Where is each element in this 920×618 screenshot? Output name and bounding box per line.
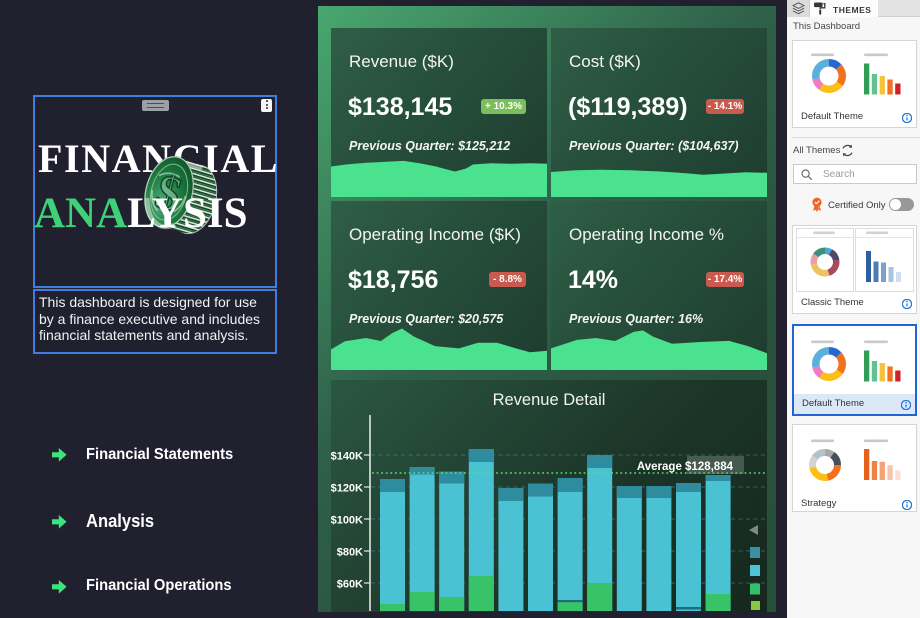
- svg-text:$80K: $80K: [337, 547, 363, 559]
- svg-text:$120K: $120K: [331, 483, 363, 495]
- svg-text:$100K: $100K: [331, 515, 363, 527]
- svg-text:$140K: $140K: [331, 451, 363, 463]
- svg-text:$60K: $60K: [337, 579, 363, 591]
- svg-text:Average $128,884: Average $128,884: [637, 461, 734, 473]
